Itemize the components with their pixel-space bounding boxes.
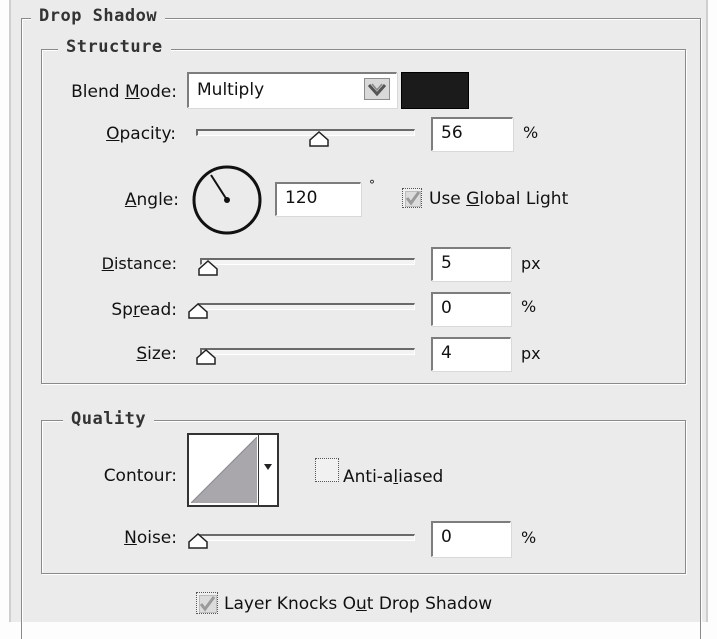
anti-aliased-label-pre: Anti-a xyxy=(343,467,394,487)
size-unit: px xyxy=(521,344,541,363)
anti-aliased-checkbox[interactable] xyxy=(315,458,339,482)
noise-slider-track[interactable] xyxy=(198,534,415,541)
checkmark-icon xyxy=(199,596,216,612)
layer-knocks-out-checkbox[interactable] xyxy=(196,592,218,614)
angle-dial-icon xyxy=(192,165,262,235)
distance-label-mnemonic: D xyxy=(101,254,114,273)
opacity-unit: % xyxy=(523,123,539,142)
blend-mode-label: Blend Mode: xyxy=(31,82,177,102)
blend-mode-label-post: ode: xyxy=(139,82,177,102)
structure-title: Structure xyxy=(58,37,171,57)
blend-mode-value: Multiply xyxy=(197,80,265,100)
noise-label: Noise: xyxy=(31,528,177,548)
angle-label-mnemonic: A xyxy=(124,190,137,210)
checkmark-icon xyxy=(405,191,421,206)
noise-input[interactable]: 0 xyxy=(431,521,511,557)
opacity-input[interactable]: 56 xyxy=(431,117,513,151)
layer-knocks-out-label-mnemonic: u xyxy=(355,594,367,614)
blend-mode-select[interactable]: Multiply xyxy=(187,72,397,108)
chevron-down-icon xyxy=(264,464,272,470)
noise-label-post: oise: xyxy=(136,528,177,548)
distance-input[interactable]: 5 xyxy=(431,247,511,281)
opacity-slider-track[interactable] xyxy=(196,129,415,136)
distance-slider-track[interactable] xyxy=(200,258,415,265)
use-global-light-label-pre: Use xyxy=(429,189,467,209)
slider-thumb-icon xyxy=(196,349,216,365)
use-global-light-label-post: lobal Light xyxy=(479,189,569,209)
size-label-mnemonic: S xyxy=(136,344,148,364)
angle-input[interactable]: 120 xyxy=(275,182,361,216)
blend-mode-label-mnemonic: M xyxy=(124,82,140,102)
slider-thumb-icon xyxy=(309,131,329,147)
slider-thumb-icon xyxy=(188,533,208,549)
contour-preview xyxy=(191,437,257,503)
spread-label-mnemonic: r xyxy=(132,300,140,320)
drop-shadow-panel: Drop Shadow Structure Blend Mode: Multip… xyxy=(9,0,708,639)
size-slider-track[interactable] xyxy=(200,348,415,355)
size-label: Size: xyxy=(31,344,177,364)
angle-dial[interactable] xyxy=(189,162,265,238)
spread-slider-track[interactable] xyxy=(198,303,415,310)
anti-aliased-label-post: iased xyxy=(398,467,444,487)
slider-thumb-icon xyxy=(188,303,208,319)
use-global-light-checkbox[interactable] xyxy=(402,188,422,208)
size-label-post: ize: xyxy=(147,344,177,364)
size-input[interactable]: 4 xyxy=(431,337,511,371)
spread-label: Spread: xyxy=(31,300,177,320)
chevron-down-icon xyxy=(367,83,387,97)
layer-knocks-out-label-pre: Layer Knocks O xyxy=(224,594,356,614)
noise-unit: % xyxy=(521,528,537,547)
quality-title: Quality xyxy=(63,409,155,429)
layer-knocks-out-label-post: t Drop Shadow xyxy=(366,594,493,614)
blend-mode-dropdown-button[interactable] xyxy=(364,78,390,100)
spread-unit: % xyxy=(521,297,537,316)
layer-knocks-out-label[interactable]: Layer Knocks Out Drop Shadow xyxy=(224,594,492,614)
distance-label: Distance: xyxy=(31,254,177,273)
angle-label: Angle: xyxy=(31,190,179,210)
angle-label-post: ngle: xyxy=(136,190,179,210)
distance-unit: px xyxy=(521,254,541,273)
distance-label-post: istance: xyxy=(113,254,177,273)
slider-thumb-icon xyxy=(198,260,218,276)
use-global-light-label[interactable]: Use Global Light xyxy=(429,189,568,209)
anti-aliased-label[interactable]: Anti-aliased xyxy=(343,467,443,487)
shadow-color-swatch[interactable] xyxy=(401,72,469,109)
quality-group xyxy=(41,420,686,574)
opacity-label: Opacity: xyxy=(31,124,176,144)
contour-label: Contour: xyxy=(103,466,177,486)
spread-label-post: ead: xyxy=(139,300,177,320)
contour-picker[interactable] xyxy=(187,433,279,507)
angle-unit: ° xyxy=(369,178,375,192)
contour-dropdown-button[interactable] xyxy=(258,435,277,505)
opacity-label-mnemonic: O xyxy=(106,124,120,144)
spread-label-pre: Sp xyxy=(111,300,133,320)
drop-shadow-title: Drop Shadow xyxy=(31,6,166,26)
spread-input[interactable]: 0 xyxy=(431,292,511,326)
use-global-light-label-mnemonic: G xyxy=(466,189,480,209)
opacity-label-post: pacity: xyxy=(119,124,177,144)
noise-label-mnemonic: N xyxy=(124,528,137,548)
blend-mode-label-pre: Blend xyxy=(71,82,125,102)
